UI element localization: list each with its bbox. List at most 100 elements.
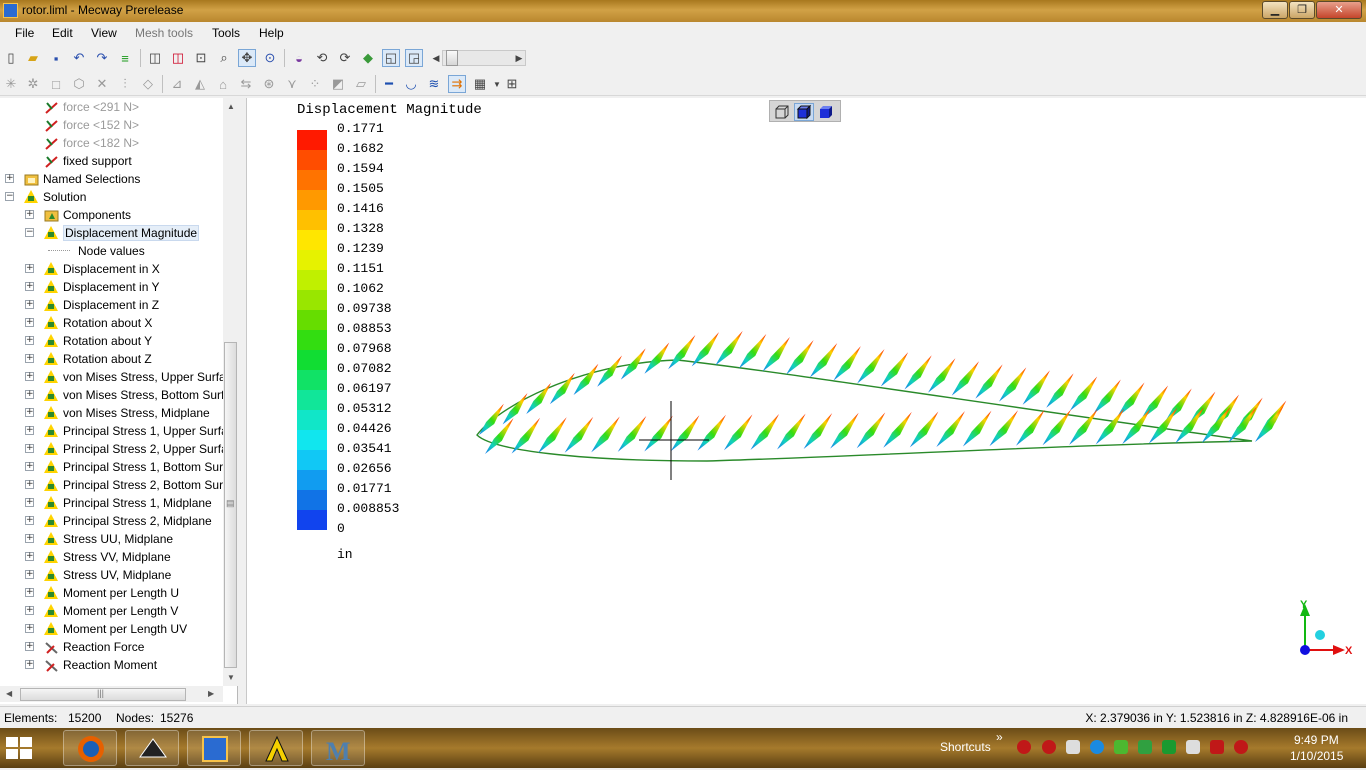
scroll-left-icon[interactable]: ◀ bbox=[6, 689, 12, 698]
menu-tools[interactable]: Tools bbox=[212, 26, 240, 40]
tray-app-icon[interactable] bbox=[1162, 740, 1176, 754]
m-app-taskbar-button[interactable]: M bbox=[311, 730, 365, 766]
expand-icon[interactable]: + bbox=[25, 498, 34, 507]
refine-icon[interactable]: ◩ bbox=[329, 75, 347, 93]
tray-app-icon[interactable] bbox=[1234, 740, 1248, 754]
mirror-icon[interactable]: ⇆ bbox=[237, 75, 255, 93]
tree-item[interactable]: + von Mises Stress, Upper Surfac bbox=[25, 368, 223, 386]
scroll-right-icon[interactable]: ▶ bbox=[208, 689, 214, 698]
new-icon[interactable]: ▯ bbox=[2, 49, 20, 67]
paint-icon[interactable]: ◆ bbox=[359, 49, 377, 67]
animate-icon[interactable]: ▦ bbox=[471, 75, 489, 93]
chevron-icon[interactable]: » bbox=[996, 730, 1003, 744]
tree-item[interactable]: + Components bbox=[25, 206, 131, 224]
surface-icon[interactable]: ≋ bbox=[425, 75, 443, 93]
equals-icon[interactable]: ≡ bbox=[116, 49, 134, 67]
expand-icon[interactable]: + bbox=[25, 516, 34, 525]
tree-item[interactable]: + Moment per Length U bbox=[25, 584, 179, 602]
collapse-icon[interactable]: − bbox=[5, 192, 14, 201]
tray-app-icon[interactable] bbox=[1090, 740, 1104, 754]
tray-app-icon[interactable] bbox=[1114, 740, 1128, 754]
tree-item[interactable]: + Principal Stress 1, Upper Surfa bbox=[25, 422, 223, 440]
tree-item[interactable]: + Rotation about Y bbox=[25, 332, 152, 350]
square-icon[interactable]: □ bbox=[47, 75, 65, 93]
expand-icon[interactable]: + bbox=[25, 606, 34, 615]
autodesk-taskbar-button[interactable] bbox=[249, 730, 303, 766]
extrude-icon[interactable]: ⊿ bbox=[168, 75, 186, 93]
tree-item[interactable]: + Principal Stress 1, Midplane bbox=[25, 494, 212, 512]
cube-wire-icon[interactable]: ◫ bbox=[146, 49, 164, 67]
branch-icon[interactable]: ⋎ bbox=[283, 75, 301, 93]
close-button[interactable]: ✕ bbox=[1316, 1, 1362, 19]
save-icon[interactable]: ▪ bbox=[47, 49, 65, 67]
vertical-scrollbar[interactable]: ▲ ▤ ▼ bbox=[223, 98, 238, 686]
start-button[interactable] bbox=[4, 734, 34, 762]
tree-item[interactable]: + von Mises Stress, Midplane bbox=[25, 404, 210, 422]
zoom-icon[interactable]: ⌕ bbox=[215, 49, 233, 67]
expand-icon[interactable]: + bbox=[25, 318, 34, 327]
volume-icon[interactable] bbox=[1066, 740, 1080, 754]
redo-icon[interactable]: ↷ bbox=[93, 49, 111, 67]
clock-date[interactable]: 1/10/2015 bbox=[1290, 749, 1343, 763]
tree-item[interactable]: + Stress UV, Midplane bbox=[25, 566, 171, 584]
expand-icon[interactable]: + bbox=[5, 174, 14, 183]
slider-thumb[interactable] bbox=[446, 50, 458, 66]
tray-app-icon[interactable] bbox=[1042, 740, 1056, 754]
expand-icon[interactable]: + bbox=[25, 210, 34, 219]
collapse-icon[interactable]: − bbox=[25, 228, 34, 237]
menu-mesh-tools[interactable]: Mesh tools bbox=[135, 26, 193, 40]
curve-icon[interactable]: ◡ bbox=[402, 75, 420, 93]
revolve-icon[interactable]: ◭ bbox=[191, 75, 209, 93]
line-icon[interactable]: ━ bbox=[380, 75, 398, 93]
expand-icon[interactable]: + bbox=[25, 534, 34, 543]
slider-right-icon[interactable]: ▶ bbox=[510, 49, 528, 67]
tree-item[interactable]: + Reaction Force bbox=[25, 638, 144, 656]
mecway-taskbar-button[interactable] bbox=[187, 730, 241, 766]
shell-icon[interactable]: ◇ bbox=[139, 75, 157, 93]
expand-icon[interactable]: + bbox=[25, 588, 34, 597]
zoom-fit-icon[interactable]: ⊡ bbox=[192, 49, 210, 67]
pick-icon[interactable]: ✥ bbox=[238, 49, 256, 67]
expand-icon[interactable]: + bbox=[25, 462, 34, 471]
delete-icon[interactable]: ✕ bbox=[93, 75, 111, 93]
node-icon[interactable]: ✳ bbox=[2, 75, 20, 93]
tree-item[interactable]: + Stress UU, Midplane bbox=[25, 530, 173, 548]
tray-app-icon[interactable] bbox=[1017, 740, 1031, 754]
vectors-icon[interactable]: ⇉ bbox=[448, 75, 466, 93]
tree-item[interactable]: force <291 N> bbox=[44, 98, 139, 116]
horizontal-scrollbar[interactable]: ◀ ||| ▶ bbox=[0, 686, 223, 702]
tree-item[interactable]: + Stress VV, Midplane bbox=[25, 548, 171, 566]
clock-time[interactable]: 9:49 PM bbox=[1294, 733, 1339, 747]
menu-help[interactable]: Help bbox=[259, 26, 284, 40]
expand-icon[interactable]: + bbox=[25, 300, 34, 309]
scroll-down-icon[interactable]: ▼ bbox=[227, 673, 235, 682]
view-iso-icon[interactable]: ◲ bbox=[405, 49, 423, 67]
expand-icon[interactable]: + bbox=[25, 660, 34, 669]
tree-item[interactable]: + Moment per Length UV bbox=[25, 620, 187, 638]
menu-file[interactable]: File bbox=[15, 26, 34, 40]
expand-icon[interactable]: + bbox=[25, 624, 34, 633]
tree-item[interactable]: + Rotation about Z bbox=[25, 350, 152, 368]
horizontal-scroll-thumb[interactable]: ||| bbox=[20, 688, 186, 701]
shortcuts-toolbar-label[interactable]: Shortcuts bbox=[940, 740, 991, 754]
tree-item[interactable]: + Reaction Moment bbox=[25, 656, 157, 674]
expand-icon[interactable]: + bbox=[25, 426, 34, 435]
scroll-up-icon[interactable]: ▲ bbox=[227, 102, 235, 111]
tree-item[interactable]: Node values bbox=[48, 242, 145, 260]
tray-app-icon[interactable] bbox=[1210, 740, 1224, 754]
rotate-icon[interactable]: ⟲ bbox=[313, 49, 331, 67]
tree-item[interactable]: + Principal Stress 2, Upper Surfa bbox=[25, 440, 223, 458]
expand-icon[interactable]: + bbox=[25, 444, 34, 453]
tree-item[interactable]: force <182 N> bbox=[44, 134, 139, 152]
tree-item[interactable]: + Displacement in X bbox=[25, 260, 160, 278]
expand-icon[interactable]: + bbox=[25, 552, 34, 561]
expand-icon[interactable]: + bbox=[25, 372, 34, 381]
tree-item[interactable]: + Named Selections bbox=[5, 170, 140, 188]
tray-app-icon[interactable] bbox=[1138, 740, 1152, 754]
menu-view[interactable]: View bbox=[91, 26, 117, 40]
open-icon[interactable]: ▰ bbox=[24, 49, 42, 67]
tree-item[interactable]: − Displacement Magnitude bbox=[25, 224, 200, 242]
undo-icon[interactable]: ↶ bbox=[70, 49, 88, 67]
tree-item[interactable]: + Principal Stress 1, Bottom Surf bbox=[25, 458, 223, 476]
tree-item[interactable]: + Principal Stress 2, Midplane bbox=[25, 512, 212, 530]
